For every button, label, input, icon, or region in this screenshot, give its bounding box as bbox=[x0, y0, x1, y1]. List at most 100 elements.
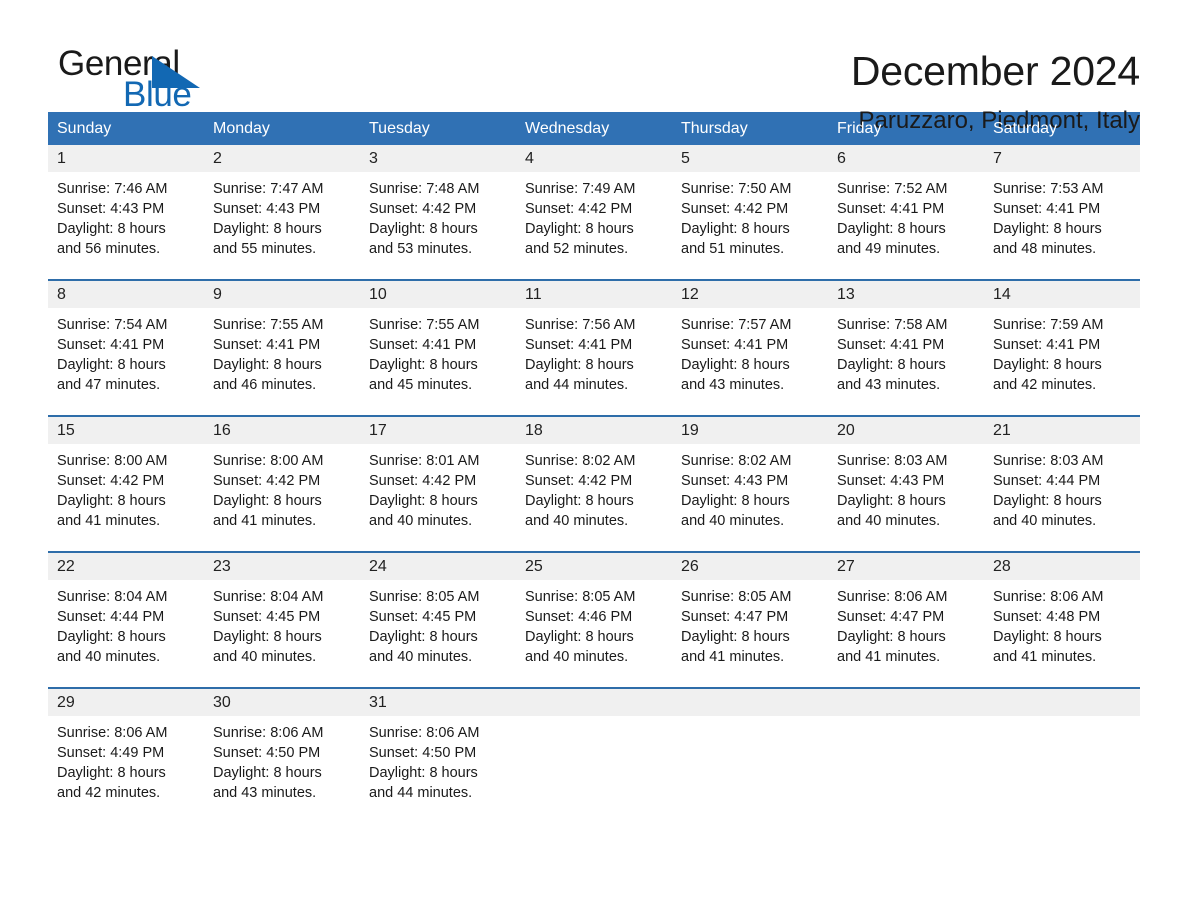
day-number-band: 4 bbox=[516, 145, 672, 172]
day-number-band: 13 bbox=[828, 281, 984, 308]
sunrise-text: Sunrise: 8:02 AM bbox=[681, 453, 792, 469]
day-cell[interactable]: 2 Sunrise: 7:47 AM Sunset: 4:43 PM Daylight… bbox=[204, 145, 360, 279]
day-cell[interactable]: 26 Sunrise: 8:05 AM Sunset: 4:47 PM Dayligh… bbox=[672, 553, 828, 687]
day-cell[interactable]: 8 Sunrise: 7:54 AM Sunset: 4:41 PM Daylight… bbox=[48, 281, 204, 415]
day-cell[interactable]: 22 Sunrise: 8:04 AM Sunset: 4:44 PM Dayligh… bbox=[48, 553, 204, 687]
day-number: 4 bbox=[525, 150, 534, 167]
day-cell[interactable]: 7 Sunrise: 7:53 AM Sunset: 4:41 PM Daylight… bbox=[984, 145, 1140, 279]
day-cell[interactable]: 25 Sunrise: 8:05 AM Sunset: 4:46 PM Dayligh… bbox=[516, 553, 672, 687]
day-info: Sunrise: 7:56 AM Sunset: 4:41 PM Daylight:… bbox=[516, 308, 672, 395]
daylight-text-line2: and 48 minutes. bbox=[993, 241, 1097, 257]
day-cell[interactable]: 18 Sunrise: 8:02 AM Sunset: 4:42 PM Dayligh… bbox=[516, 417, 672, 551]
daylight-text-line1: Daylight: 8 hours bbox=[369, 357, 478, 373]
day-cell[interactable]: 20 Sunrise: 8:03 AM Sunset: 4:43 PM Dayligh… bbox=[828, 417, 984, 551]
day-number: 3 bbox=[369, 150, 378, 167]
daylight-text-line1: Daylight: 8 hours bbox=[57, 221, 166, 237]
daylight-text-line2: and 42 minutes. bbox=[57, 785, 161, 801]
day-cell[interactable]: 23 Sunrise: 8:04 AM Sunset: 4:45 PM Dayligh… bbox=[204, 553, 360, 687]
weekday-header-wednesday: Wednesday bbox=[525, 120, 610, 137]
day-cell[interactable]: 3 Sunrise: 7:48 AM Sunset: 4:42 PM Daylight… bbox=[360, 145, 516, 279]
daylight-text-line1: Daylight: 8 hours bbox=[57, 629, 166, 645]
day-cell[interactable]: 14 Sunrise: 7:59 AM Sunset: 4:41 PM Dayligh… bbox=[984, 281, 1140, 415]
daylight-text-line2: and 41 minutes. bbox=[681, 649, 785, 665]
day-number: 26 bbox=[681, 558, 699, 575]
sunrise-text: Sunrise: 7:49 AM bbox=[525, 181, 636, 197]
day-number-band: 7 bbox=[984, 145, 1140, 172]
daylight-text-line1: Daylight: 8 hours bbox=[525, 357, 634, 373]
general-blue-logo[interactable]: General Blue bbox=[48, 44, 308, 114]
day-number-band bbox=[672, 689, 828, 716]
day-cell[interactable]: 10 Sunrise: 7:55 AM Sunset: 4:41 PM Dayligh… bbox=[360, 281, 516, 415]
day-cell-empty bbox=[984, 689, 1140, 823]
daylight-text-line2: and 43 minutes. bbox=[837, 377, 941, 393]
daylight-text-line2: and 42 minutes. bbox=[993, 377, 1097, 393]
day-info: Sunrise: 7:52 AM Sunset: 4:41 PM Daylight:… bbox=[828, 172, 984, 259]
sunset-text: Sunset: 4:42 PM bbox=[525, 473, 633, 489]
daylight-text-line2: and 40 minutes. bbox=[681, 513, 785, 529]
day-cell[interactable]: 15 Sunrise: 8:00 AM Sunset: 4:42 PM Dayligh… bbox=[48, 417, 204, 551]
day-cell[interactable]: 19 Sunrise: 8:02 AM Sunset: 4:43 PM Dayligh… bbox=[672, 417, 828, 551]
sunrise-text: Sunrise: 8:03 AM bbox=[993, 453, 1104, 469]
sunrise-text: Sunrise: 7:55 AM bbox=[369, 317, 480, 333]
daylight-text-line2: and 40 minutes. bbox=[213, 649, 317, 665]
day-cell[interactable]: 16 Sunrise: 8:00 AM Sunset: 4:42 PM Dayligh… bbox=[204, 417, 360, 551]
sunset-text: Sunset: 4:42 PM bbox=[369, 201, 477, 217]
day-cell[interactable]: 12 Sunrise: 7:57 AM Sunset: 4:41 PM Dayligh… bbox=[672, 281, 828, 415]
day-info: Sunrise: 8:06 AM Sunset: 4:49 PM Daylight:… bbox=[48, 716, 204, 803]
day-cell[interactable]: 17 Sunrise: 8:01 AM Sunset: 4:42 PM Dayligh… bbox=[360, 417, 516, 551]
weekday-header-tuesday: Tuesday bbox=[369, 120, 430, 137]
day-cell[interactable]: 13 Sunrise: 7:58 AM Sunset: 4:41 PM Dayligh… bbox=[828, 281, 984, 415]
day-cell[interactable]: 5 Sunrise: 7:50 AM Sunset: 4:42 PM Daylight… bbox=[672, 145, 828, 279]
day-cell[interactable]: 24 Sunrise: 8:05 AM Sunset: 4:45 PM Dayligh… bbox=[360, 553, 516, 687]
day-number-band: 26 bbox=[672, 553, 828, 580]
day-number: 16 bbox=[213, 422, 231, 439]
day-cell-empty bbox=[828, 689, 984, 823]
day-cell[interactable]: 9 Sunrise: 7:55 AM Sunset: 4:41 PM Daylight… bbox=[204, 281, 360, 415]
daylight-text-line2: and 40 minutes. bbox=[57, 649, 161, 665]
day-number-band: 20 bbox=[828, 417, 984, 444]
day-info: Sunrise: 8:05 AM Sunset: 4:47 PM Daylight:… bbox=[672, 580, 828, 667]
sunset-text: Sunset: 4:42 PM bbox=[369, 473, 477, 489]
day-cell[interactable]: 6 Sunrise: 7:52 AM Sunset: 4:41 PM Daylight… bbox=[828, 145, 984, 279]
week-grid: 1 Sunrise: 7:46 AM Sunset: 4:43 PM Daylight… bbox=[48, 145, 1140, 279]
day-number-band: 25 bbox=[516, 553, 672, 580]
day-number: 29 bbox=[57, 694, 75, 711]
day-cell[interactable]: 11 Sunrise: 7:56 AM Sunset: 4:41 PM Dayligh… bbox=[516, 281, 672, 415]
day-cell[interactable]: 1 Sunrise: 7:46 AM Sunset: 4:43 PM Daylight… bbox=[48, 145, 204, 279]
day-cell[interactable]: 28 Sunrise: 8:06 AM Sunset: 4:48 PM Dayligh… bbox=[984, 553, 1140, 687]
sunrise-text: Sunrise: 8:06 AM bbox=[369, 725, 480, 741]
day-number: 7 bbox=[993, 150, 1002, 167]
day-cell[interactable]: 21 Sunrise: 8:03 AM Sunset: 4:44 PM Dayligh… bbox=[984, 417, 1140, 551]
daylight-text-line2: and 46 minutes. bbox=[213, 377, 317, 393]
day-info: Sunrise: 7:57 AM Sunset: 4:41 PM Daylight:… bbox=[672, 308, 828, 395]
daylight-text-line1: Daylight: 8 hours bbox=[369, 629, 478, 645]
day-cell[interactable]: 4 Sunrise: 7:49 AM Sunset: 4:42 PM Daylight… bbox=[516, 145, 672, 279]
daylight-text-line1: Daylight: 8 hours bbox=[369, 765, 478, 781]
sunrise-text: Sunrise: 8:06 AM bbox=[57, 725, 168, 741]
day-number-band: 9 bbox=[204, 281, 360, 308]
day-number-band: 11 bbox=[516, 281, 672, 308]
daylight-text-line1: Daylight: 8 hours bbox=[57, 357, 166, 373]
sunset-text: Sunset: 4:41 PM bbox=[993, 337, 1101, 353]
daylight-text-line1: Daylight: 8 hours bbox=[993, 493, 1102, 509]
sunset-text: Sunset: 4:43 PM bbox=[57, 201, 165, 217]
daylight-text-line2: and 40 minutes. bbox=[369, 649, 473, 665]
day-cell[interactable]: 31 Sunrise: 8:06 AM Sunset: 4:50 PM Dayligh… bbox=[360, 689, 516, 823]
daylight-text-line1: Daylight: 8 hours bbox=[681, 493, 790, 509]
daylight-text-line1: Daylight: 8 hours bbox=[213, 221, 322, 237]
sunrise-text: Sunrise: 8:02 AM bbox=[525, 453, 636, 469]
day-cell[interactable]: 27 Sunrise: 8:06 AM Sunset: 4:47 PM Dayligh… bbox=[828, 553, 984, 687]
daylight-text-line1: Daylight: 8 hours bbox=[525, 493, 634, 509]
day-info: Sunrise: 7:59 AM Sunset: 4:41 PM Daylight:… bbox=[984, 308, 1140, 395]
sunrise-text: Sunrise: 8:04 AM bbox=[57, 589, 168, 605]
daylight-text-line2: and 45 minutes. bbox=[369, 377, 473, 393]
daylight-text-line2: and 41 minutes. bbox=[57, 513, 161, 529]
day-number-band: 15 bbox=[48, 417, 204, 444]
day-cell[interactable]: 29 Sunrise: 8:06 AM Sunset: 4:49 PM Dayligh… bbox=[48, 689, 204, 823]
daylight-text-line1: Daylight: 8 hours bbox=[525, 221, 634, 237]
daylight-text-line1: Daylight: 8 hours bbox=[369, 221, 478, 237]
sunrise-text: Sunrise: 8:00 AM bbox=[213, 453, 324, 469]
calendar-page: General Blue December 2024 Paruzzaro, Pi… bbox=[0, 0, 1188, 918]
day-cell[interactable]: 30 Sunrise: 8:06 AM Sunset: 4:50 PM Dayligh… bbox=[204, 689, 360, 823]
sunset-text: Sunset: 4:47 PM bbox=[681, 609, 789, 625]
